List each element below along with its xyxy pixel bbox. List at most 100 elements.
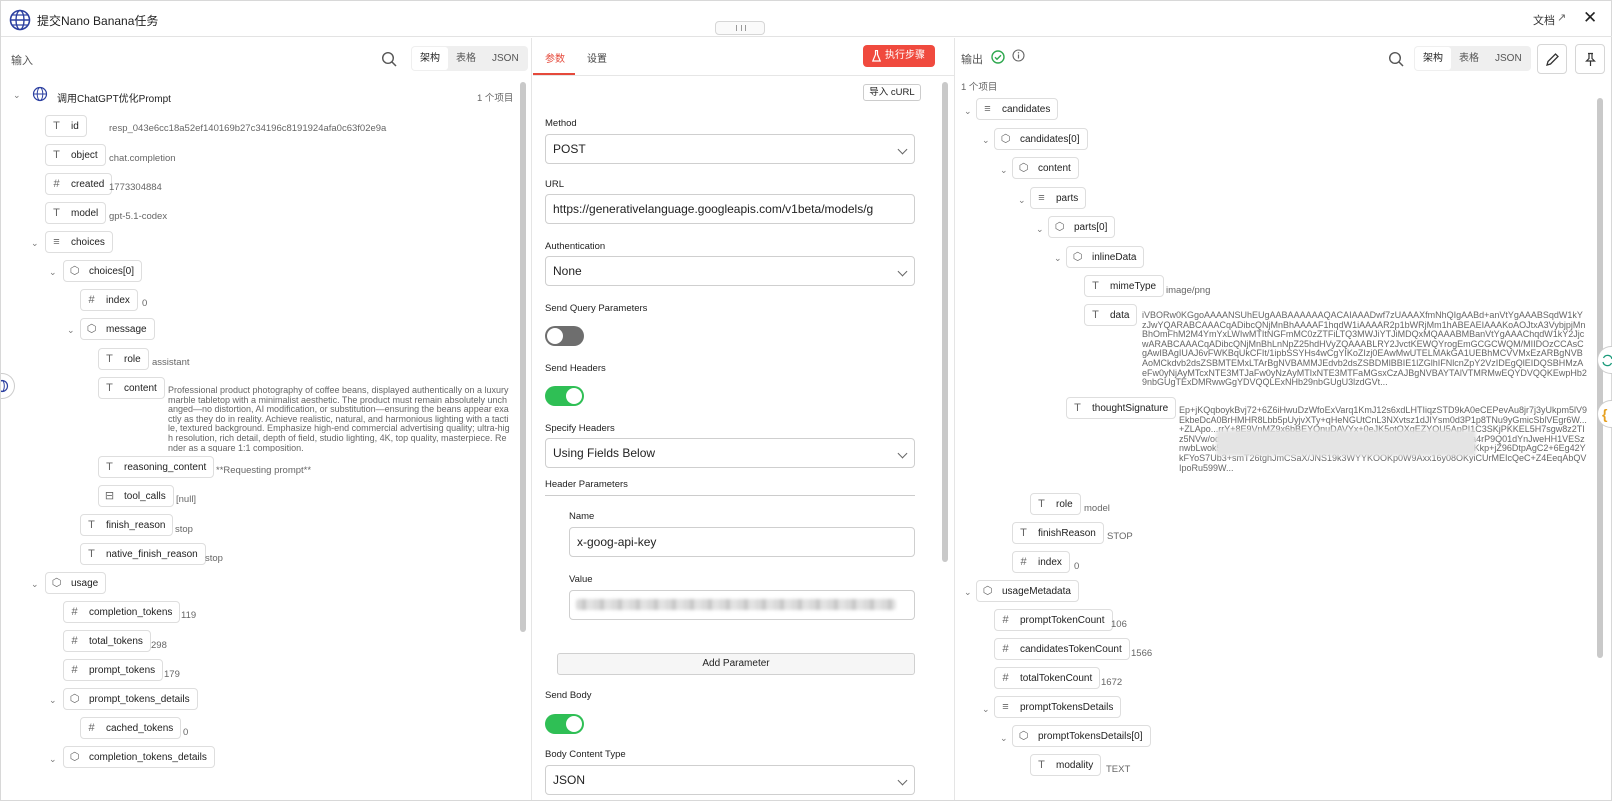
collapse-chevron-icon[interactable]: ⌄ [964,588,972,597]
field-choices[interactable]: ≡ choices [45,231,113,253]
field-name: object [71,149,98,161]
field-candidates[interactable]: ≡ candidates [976,98,1059,120]
method-select[interactable]: POST [545,134,915,164]
field-message[interactable]: ⬡ message [80,318,155,340]
field-total-token-count[interactable]: # totalTokenCount [994,667,1101,689]
field-parts[interactable]: ≡ parts [1030,187,1087,209]
pin-button[interactable] [1575,44,1605,74]
field-mime-type[interactable]: TmimeType [1084,275,1165,297]
field-created[interactable]: # created [45,173,113,195]
globe-icon [1,379,9,393]
tab-settings[interactable]: 设置 [587,50,607,65]
tab-parameters[interactable]: 参数 [545,50,565,65]
field-model[interactable]: Tmodel [45,202,107,224]
field-index[interactable]: # index [1012,551,1070,573]
header-value-input[interactable] [569,590,915,620]
collapse-left-handle[interactable] [1,373,15,399]
collapse-chevron-icon[interactable]: ⌄ [982,705,990,714]
collapse-chevron-icon[interactable]: ⌄ [67,326,75,335]
field-inline-data[interactable]: ⬡ inlineData [1066,246,1145,268]
header-name-input[interactable]: x-goog-api-key [569,527,915,557]
field-candidates-token-count[interactable]: # candidatesTokenCount [994,638,1130,660]
number-type-icon: # [71,634,78,647]
field-finish-reason[interactable]: TfinishReason [1012,522,1104,544]
send-query-toggle[interactable] [545,326,584,346]
tab-json[interactable]: JSON [1487,47,1530,70]
field-cached-tokens[interactable]: # cached_tokens [80,717,182,739]
specify-headers-select[interactable]: Using Fields Below [545,438,915,468]
collapse-chevron-icon[interactable]: ⌄ [1000,166,1008,175]
field-value: 0 [1074,561,1080,572]
field-candidates-0[interactable]: ⬡ candidates[0] [994,128,1088,150]
tab-table[interactable]: 表格 [1451,47,1487,70]
field-completion-tokens-details[interactable]: ⬡ completion_tokens_details [63,746,215,768]
collapse-chevron-icon[interactable]: ⌄ [31,580,39,589]
tab-schema[interactable]: 架构 [1415,47,1451,70]
field-usage-metadata[interactable]: ⬡ usageMetadata [976,580,1079,602]
field-content[interactable]: ⬡ content [1012,157,1079,179]
collapse-chevron-icon[interactable]: ⌄ [1036,225,1044,234]
field-value: 106 [1111,619,1127,630]
field-id[interactable]: Tid [45,115,87,137]
search-icon[interactable] [381,51,397,67]
field-parts-0[interactable]: ⬡ parts[0] [1048,216,1116,238]
output-scrollbar[interactable] [1597,98,1603,658]
field-prompt-token-count[interactable]: # promptTokenCount [994,609,1113,631]
field-value: TEXT [1106,764,1131,775]
field-data[interactable]: Tdata [1084,304,1138,326]
field-name: inlineData [1092,251,1137,263]
docs-link[interactable]: 文档 [1533,12,1555,28]
tab-table[interactable]: 表格 [448,47,484,70]
field-usage[interactable]: ⬡ usage [45,572,107,594]
authentication-select[interactable]: None [545,256,915,286]
collapse-chevron-icon[interactable]: ⌄ [1054,254,1062,263]
text-type-icon: T [88,547,95,560]
field-role[interactable]: Trole [98,348,149,370]
field-object[interactable]: Tobject [45,144,106,166]
field-prompt-tokens-details[interactable]: ≡ promptTokensDetails [994,696,1122,718]
field-tool-calls[interactable]: ⊟ tool_calls [98,485,174,507]
field-thought-signature[interactable]: TthoughtSignature [1066,397,1177,419]
add-parameter-button[interactable]: Add Parameter [557,653,915,675]
edit-button[interactable] [1537,44,1567,74]
collapse-chevron-icon[interactable]: ⌄ [31,239,39,248]
header-value-label: Value [569,574,593,585]
close-button[interactable]: ✕ [1583,9,1597,26]
field-content[interactable]: Tcontent [98,377,165,399]
field-native-finish-reason[interactable]: Tnative_finish_reason [80,543,206,565]
external-link-icon[interactable]: ↗ [1557,11,1566,24]
input-scrollbar[interactable] [520,82,526,632]
field-choices-0[interactable]: ⬡ choices[0] [63,260,143,282]
collapse-chevron-icon[interactable]: ⌄ [1000,734,1008,743]
collapse-chevron-icon[interactable]: ⌄ [49,696,57,705]
info-icon[interactable] [1012,49,1025,62]
collapse-chevron-icon[interactable]: ⌄ [982,136,990,145]
search-icon[interactable] [1388,51,1404,67]
collapse-chevron-icon[interactable]: ⌄ [964,107,972,116]
field-completion-tokens[interactable]: # completion_tokens [63,601,181,623]
collapse-chevron-icon[interactable]: ⌄ [13,91,21,100]
tab-json[interactable]: JSON [484,47,527,70]
field-role[interactable]: Trole [1030,493,1081,515]
send-body-toggle[interactable] [545,714,584,734]
field-index[interactable]: # index [80,289,138,311]
field-prompt-tokens-details-0[interactable]: ⬡ promptTokensDetails[0] [1012,725,1151,747]
drag-handle[interactable] [715,21,765,35]
collapse-chevron-icon[interactable]: ⌄ [49,268,57,277]
field-value: STOP [1107,531,1133,542]
field-modality[interactable]: Tmodality [1030,754,1102,776]
parameters-scrollbar[interactable] [942,82,948,562]
collapse-chevron-icon[interactable]: ⌄ [49,755,57,764]
url-input[interactable]: https://generativelanguage.googleapis.co… [545,194,915,224]
field-prompt-tokens-details[interactable]: ⬡ prompt_tokens_details [63,688,198,710]
collapse-chevron-icon[interactable]: ⌄ [1018,196,1026,205]
field-prompt-tokens[interactable]: # prompt_tokens [63,659,164,681]
tab-schema[interactable]: 架构 [412,47,448,70]
field-reasoning-content[interactable]: Treasoning_content [98,456,215,478]
execute-step-button[interactable]: 执行步骤 [863,45,935,67]
send-headers-toggle[interactable] [545,386,584,406]
field-total-tokens[interactable]: # total_tokens [63,630,151,652]
import-curl-button[interactable]: 导入 cURL [863,84,921,101]
field-finish-reason[interactable]: Tfinish_reason [80,514,174,536]
body-content-type-select[interactable]: JSON [545,765,915,795]
